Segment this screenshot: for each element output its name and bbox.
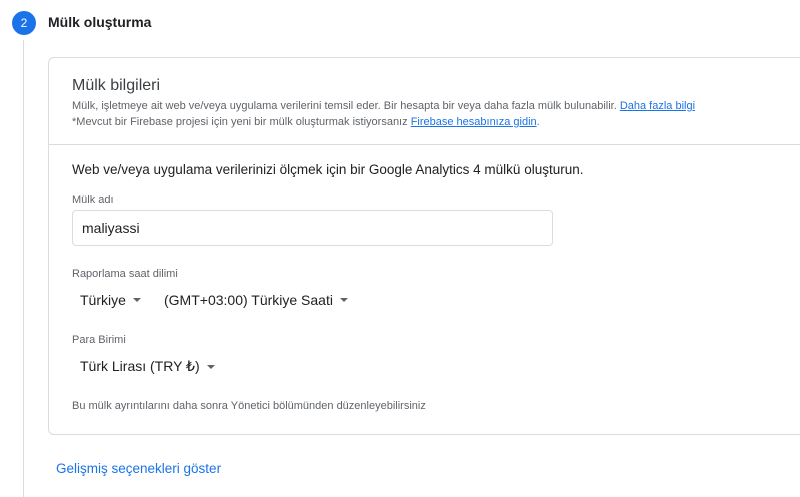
card-desc-line1: Mülk, işletmeye ait web ve/veya uygulama… — [72, 100, 617, 112]
learn-more-link[interactable]: Daha fazla bilgi — [620, 100, 695, 112]
property-details-card: Mülk bilgileri Mülk, işletmeye ait web v… — [48, 57, 800, 435]
timezone-country-dropdown[interactable]: Türkiye — [80, 292, 141, 308]
property-name-label: Mülk adı — [72, 194, 114, 206]
currency-value: Türk Lirası (TRY ₺) — [80, 358, 200, 374]
step-title: Mülk oluşturma — [48, 14, 152, 30]
property-name-input[interactable] — [72, 210, 553, 246]
edit-later-note: Bu mülk ayrıntılarını daha sonra Yönetic… — [72, 400, 426, 412]
card-desc-line2-end: . — [536, 116, 540, 128]
timezone-label: Raporlama saat dilimi — [72, 268, 178, 280]
card-title: Mülk bilgileri — [72, 77, 161, 94]
caret-down-icon — [339, 298, 348, 302]
card-desc-line2: *Mevcut bir Firebase projesi için yeni b… — [72, 116, 408, 128]
caret-down-icon — [132, 298, 141, 302]
step-connector-line — [23, 40, 24, 497]
show-advanced-options-link[interactable]: Gelişmiş seçenekleri göster — [56, 461, 221, 476]
timezone-value: (GMT+03:00) Türkiye Saati — [164, 292, 333, 308]
currency-dropdown[interactable]: Türk Lirası (TRY ₺) — [80, 358, 215, 375]
form-intro: Web ve/veya uygulama verilerinizi ölçmek… — [72, 162, 584, 177]
caret-down-icon — [206, 364, 215, 369]
currency-label: Para Birimi — [72, 334, 126, 346]
timezone-country-value: Türkiye — [80, 292, 126, 308]
timezone-dropdown[interactable]: (GMT+03:00) Türkiye Saati — [164, 292, 348, 308]
card-header: Mülk bilgileri Mülk, işletmeye ait web v… — [49, 58, 800, 145]
firebase-account-link[interactable]: Firebase hesabınıza gidin — [411, 116, 537, 128]
step-number-badge: 2 — [12, 11, 36, 35]
card-description: Mülk, işletmeye ait web ve/veya uygulama… — [72, 98, 695, 130]
